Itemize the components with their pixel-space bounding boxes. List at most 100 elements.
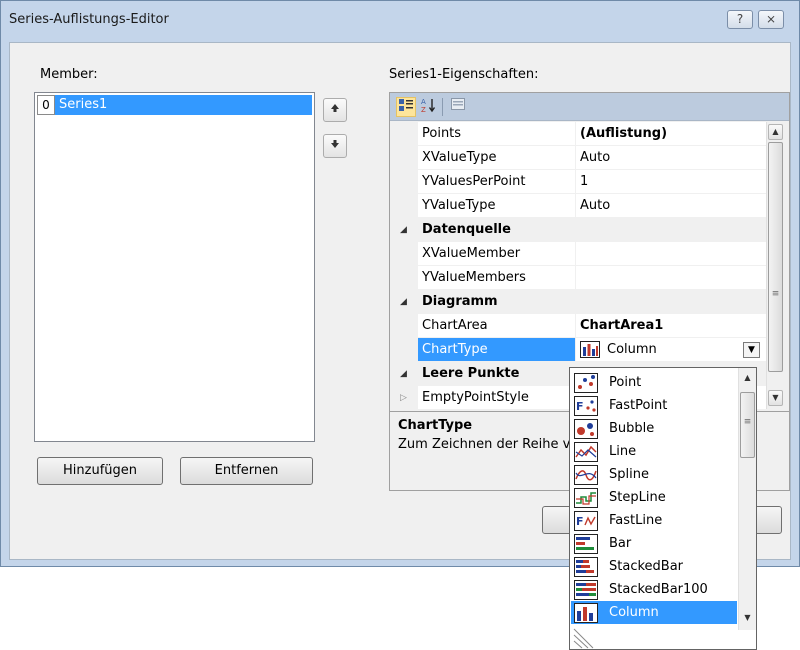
property-value[interactable]: (Auflistung) — [576, 122, 766, 146]
property-row-charttype[interactable]: ChartType Column ▼ — [390, 338, 766, 362]
move-down-button[interactable] — [323, 134, 347, 158]
list-item[interactable]: 0 Series1 — [37, 95, 312, 115]
list-item-label: FastPoint — [609, 398, 668, 413]
remove-button[interactable]: Entfernen — [180, 457, 313, 485]
list-item-label: StackedBar100 — [609, 582, 708, 597]
charttype-combo[interactable]: Column ▼ — [576, 338, 766, 362]
scroll-up-icon[interactable]: ▲ — [768, 124, 783, 140]
member-label: Member: — [40, 67, 98, 82]
property-name: ChartType — [418, 338, 576, 362]
list-item-stackedbar[interactable]: StackedBar — [571, 555, 737, 578]
close-button[interactable]: ⨯ — [758, 10, 784, 29]
toolbar-separator — [442, 98, 443, 116]
list-item-label: FastLine — [609, 513, 663, 528]
fastline-chart-icon: F — [573, 510, 599, 531]
property-row-points[interactable]: Points (Auflistung) — [390, 122, 766, 146]
arrow-down-icon — [330, 139, 340, 152]
property-value[interactable]: Auto — [576, 194, 766, 218]
bar-chart-icon — [573, 533, 599, 554]
property-name: ChartArea — [418, 314, 576, 338]
list-item-label: Line — [609, 444, 637, 459]
title-bar: Series-Auflistungs-Editor ? ⨯ — [1, 1, 799, 41]
property-row-chartarea[interactable]: ChartArea ChartArea1 — [390, 314, 766, 338]
add-button[interactable]: Hinzufügen — [37, 457, 163, 485]
scroll-up-icon[interactable]: ▲ — [740, 371, 755, 387]
list-item-stackedbar100[interactable]: StackedBar100 — [571, 578, 737, 601]
property-row-yvaluetype[interactable]: YValueType Auto — [390, 194, 766, 218]
window-title: Series-Auflistungs-Editor — [9, 12, 169, 27]
member-list[interactable]: 0 Series1 — [34, 92, 315, 442]
list-item-bubble[interactable]: Bubble — [571, 417, 737, 440]
list-item-label: Spline — [609, 467, 649, 482]
stackedbar100-chart-icon — [573, 579, 599, 600]
properties-label: Series1-Eigenschaften: — [389, 67, 539, 82]
point-chart-icon — [573, 372, 599, 393]
category-label: Leere Punkte — [422, 366, 520, 381]
bubble-chart-icon — [573, 418, 599, 439]
collapse-icon[interactable]: ◢ — [400, 362, 412, 386]
spline-chart-icon — [573, 464, 599, 485]
scroll-thumb[interactable]: ≡ — [740, 392, 755, 458]
list-item-bar[interactable]: Bar — [571, 532, 737, 555]
property-value[interactable] — [576, 242, 766, 266]
property-row-yvaluemembers[interactable]: YValueMembers — [390, 266, 766, 290]
fastpoint-chart-icon: F — [573, 395, 599, 416]
svg-text:F: F — [576, 400, 584, 413]
move-up-button[interactable] — [323, 98, 347, 122]
list-item-fastline[interactable]: F FastLine — [571, 509, 737, 532]
help-title: ChartType — [398, 418, 473, 433]
dropdown-scrollbar[interactable]: ▲ ≡ ▼ — [738, 368, 756, 630]
property-pages-icon[interactable] — [448, 97, 468, 117]
property-name: YValueType — [418, 194, 576, 218]
property-grid-toolbar: AZ — [390, 93, 789, 121]
list-item-label: Bar — [609, 536, 632, 551]
svg-text:A: A — [421, 98, 426, 106]
help-text: Zum Zeichnen der Reihe v — [398, 437, 571, 452]
property-row-xvaluetype[interactable]: XValueType Auto — [390, 146, 766, 170]
stackedbar-chart-icon — [573, 556, 599, 577]
scroll-down-icon[interactable]: ▼ — [768, 390, 783, 406]
stepline-chart-icon — [573, 487, 599, 508]
property-value[interactable]: 1 — [576, 170, 766, 194]
chevron-down-icon[interactable]: ▼ — [743, 342, 760, 358]
property-value[interactable] — [576, 266, 766, 290]
list-item-label: Column — [609, 605, 659, 620]
partial-list-item[interactable] — [571, 627, 603, 649]
column-chart-icon — [573, 602, 599, 623]
property-row-xvaluemember[interactable]: XValueMember — [390, 242, 766, 266]
collapse-icon[interactable]: ◢ — [400, 290, 412, 314]
list-item-label: StackedBar — [609, 559, 684, 574]
category-datenquelle[interactable]: ◢ Datenquelle — [390, 218, 766, 242]
property-name: EmptyPointStyle — [418, 386, 576, 409]
help-button[interactable]: ? — [727, 10, 753, 29]
alphabetical-icon[interactable]: AZ — [419, 97, 439, 117]
line-chart-icon — [573, 441, 599, 462]
member-index: 0 — [37, 95, 55, 115]
list-item-stepline[interactable]: StepLine — [571, 486, 737, 509]
charttype-value: Column — [607, 342, 657, 357]
list-item-column[interactable]: Column — [571, 601, 737, 624]
property-row-yvaluesperpoint[interactable]: YValuesPerPoint 1 — [390, 170, 766, 194]
category-diagramm[interactable]: ◢ Diagramm — [390, 290, 766, 314]
property-value[interactable]: Auto — [576, 146, 766, 170]
list-item-fastpoint[interactable]: F FastPoint — [571, 394, 737, 417]
list-item-spline[interactable]: Spline — [571, 463, 737, 486]
list-item-label: Bubble — [609, 421, 655, 436]
property-grid-scrollbar[interactable]: ▲ ≡ ▼ — [766, 122, 787, 409]
property-grid-rows: Points (Auflistung) XValueType Auto YVal… — [390, 122, 766, 409]
charttype-dropdown-list[interactable]: Point F FastPoint Bubble Line Spline Ste… — [569, 367, 757, 650]
expand-icon[interactable]: ▷ — [400, 386, 412, 409]
svg-text:F: F — [576, 515, 584, 528]
list-item-line[interactable]: Line — [571, 440, 737, 463]
property-name: XValueMember — [418, 242, 576, 266]
category-label: Datenquelle — [422, 222, 511, 237]
categorized-icon[interactable] — [396, 97, 416, 117]
list-item-point[interactable]: Point — [571, 371, 737, 394]
property-value[interactable]: ChartArea1 — [576, 314, 766, 338]
list-item-label: Point — [609, 375, 642, 390]
scroll-thumb[interactable]: ≡ — [768, 142, 783, 372]
collapse-icon[interactable]: ◢ — [400, 218, 412, 242]
property-name: YValuesPerPoint — [418, 170, 576, 194]
member-name[interactable]: Series1 — [55, 95, 312, 115]
scroll-down-icon[interactable]: ▼ — [740, 611, 755, 627]
